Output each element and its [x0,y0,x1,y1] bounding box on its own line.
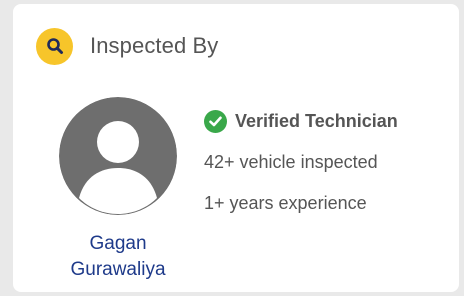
card-title: Inspected By [90,33,219,58]
check-circle-icon [204,109,227,133]
card-header: Inspected By [36,27,218,65]
inspector-name: Gagan Gurawaliya [43,231,193,283]
verified-label: Verified Technician [235,110,398,131]
inspector-info: Verified Technician 42+ vehicle inspecte… [204,108,398,216]
experience-stat: 1+ years experience [204,193,367,213]
user-avatar-icon [59,97,177,215]
search-icon [36,27,73,65]
vehicles-inspected-stat: 42+ vehicle inspected [204,152,378,172]
inspector-last-name: Gurawaliya [70,259,166,280]
inspected-by-card: Inspected By Gagan Gurawaliya Verified T… [13,4,459,292]
inspector-first-name: Gagan [89,233,147,254]
verified-badge: Verified Technician [204,108,398,134]
